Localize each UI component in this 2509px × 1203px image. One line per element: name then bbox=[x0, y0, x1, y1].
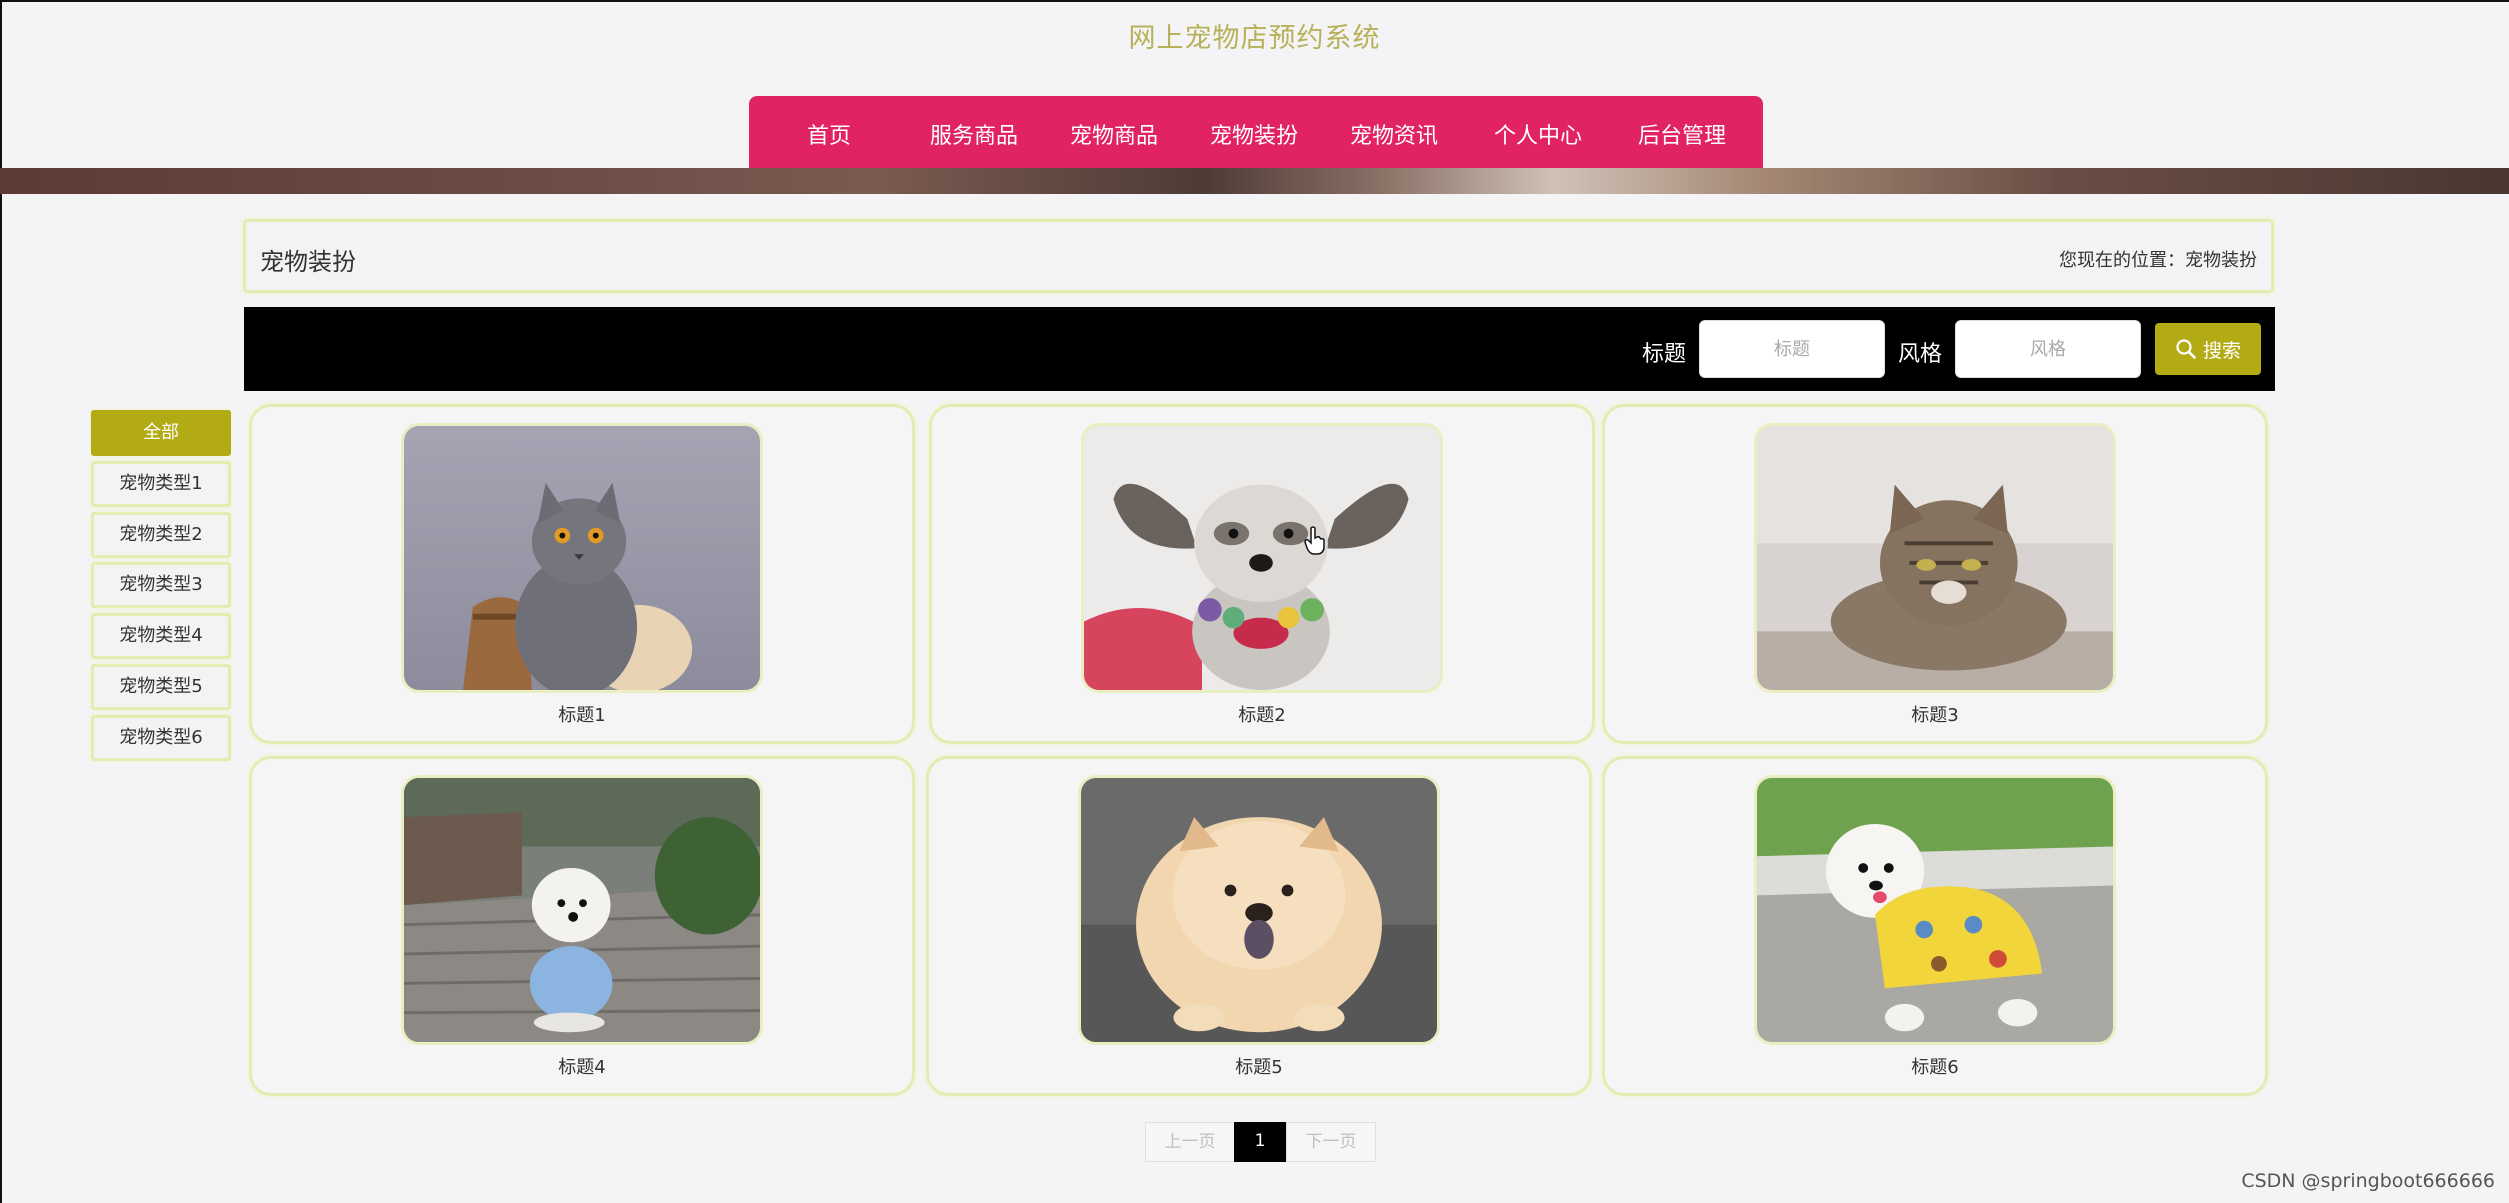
nav-item-admin[interactable]: 后台管理 bbox=[1638, 118, 1726, 150]
product-card[interactable]: 标题2 bbox=[929, 404, 1595, 744]
nav-item-services[interactable]: 服务商品 bbox=[930, 118, 1018, 150]
product-card[interactable]: 标题4 bbox=[249, 756, 915, 1096]
card-title: 标题1 bbox=[558, 705, 606, 726]
pagination-prev-button[interactable]: 上一页 bbox=[1145, 1122, 1235, 1162]
card-title: 标题3 bbox=[1911, 705, 1959, 726]
category-all[interactable]: 全部 bbox=[91, 410, 231, 456]
title-filter-label: 标题 bbox=[1642, 342, 1687, 367]
search-icon bbox=[2176, 339, 2196, 359]
breadcrumb: 宠物装扮 您现在的位置：宠物装扮 bbox=[243, 219, 2274, 293]
product-card[interactable]: 标题3 bbox=[1602, 404, 2268, 744]
category-pet-type-2[interactable]: 宠物类型2 bbox=[91, 512, 231, 558]
watermark: CSDN @springboot666666 bbox=[2241, 1170, 2495, 1192]
window-border-top bbox=[0, 0, 2509, 2]
style-search-input[interactable] bbox=[1955, 320, 2141, 378]
current-location: 您现在的位置：宠物装扮 bbox=[2059, 250, 2257, 271]
pagination-next-button[interactable]: 下一页 bbox=[1286, 1122, 1376, 1162]
nav-item-home[interactable]: 首页 bbox=[807, 118, 851, 150]
card-title: 标题2 bbox=[1238, 705, 1286, 726]
style-filter-label: 风格 bbox=[1898, 342, 1943, 367]
card-photo-tabby-cat[interactable] bbox=[1754, 423, 2116, 693]
card-photo-white-poodle-yellow-sweater[interactable] bbox=[1754, 775, 2116, 1045]
category-pet-type-6[interactable]: 宠物类型6 bbox=[91, 715, 231, 761]
category-pet-type-5[interactable]: 宠物类型5 bbox=[91, 664, 231, 710]
category-pet-type-4[interactable]: 宠物类型4 bbox=[91, 613, 231, 659]
nav-item-pet-news[interactable]: 宠物资讯 bbox=[1350, 118, 1438, 150]
category-pet-type-3[interactable]: 宠物类型3 bbox=[91, 562, 231, 608]
nav-item-pet-products[interactable]: 宠物商品 bbox=[1070, 118, 1158, 150]
search-bar: 标题 风格 搜索 bbox=[244, 307, 2275, 391]
page-title: 宠物装扮 bbox=[260, 248, 356, 276]
card-photo-chow-chow-puppy[interactable] bbox=[1078, 775, 1440, 1045]
nav-item-pet-dressup[interactable]: 宠物装扮 bbox=[1210, 118, 1298, 150]
search-button[interactable]: 搜索 bbox=[2155, 323, 2261, 375]
category-pet-type-1[interactable]: 宠物类型1 bbox=[91, 461, 231, 507]
product-card[interactable]: 标题1 bbox=[249, 404, 915, 744]
pagination-page-1[interactable]: 1 bbox=[1234, 1122, 1286, 1162]
search-button-label: 搜索 bbox=[2202, 339, 2241, 362]
hand-cursor-icon bbox=[1304, 526, 1325, 555]
site-title: 网上宠物店预约系统 bbox=[1128, 23, 1381, 54]
banner-image-strip bbox=[0, 168, 2509, 194]
card-photo-white-poodle-blue-coat[interactable] bbox=[401, 775, 763, 1045]
card-title: 标题4 bbox=[558, 1057, 606, 1078]
nav-item-personal-center[interactable]: 个人中心 bbox=[1494, 118, 1582, 150]
card-title: 标题5 bbox=[1235, 1057, 1283, 1078]
title-search-input[interactable] bbox=[1699, 320, 1885, 378]
product-card[interactable]: 标题6 bbox=[1602, 756, 2268, 1096]
card-photo-schnauzer-puppy[interactable] bbox=[1081, 423, 1443, 693]
card-title: 标题6 bbox=[1911, 1057, 1959, 1078]
card-photo-gray-cat[interactable] bbox=[401, 423, 763, 693]
product-card[interactable]: 标题5 bbox=[926, 756, 1592, 1096]
main-nav: 首页 服务商品 宠物商品 宠物装扮 宠物资讯 个人中心 后台管理 bbox=[749, 96, 1763, 168]
